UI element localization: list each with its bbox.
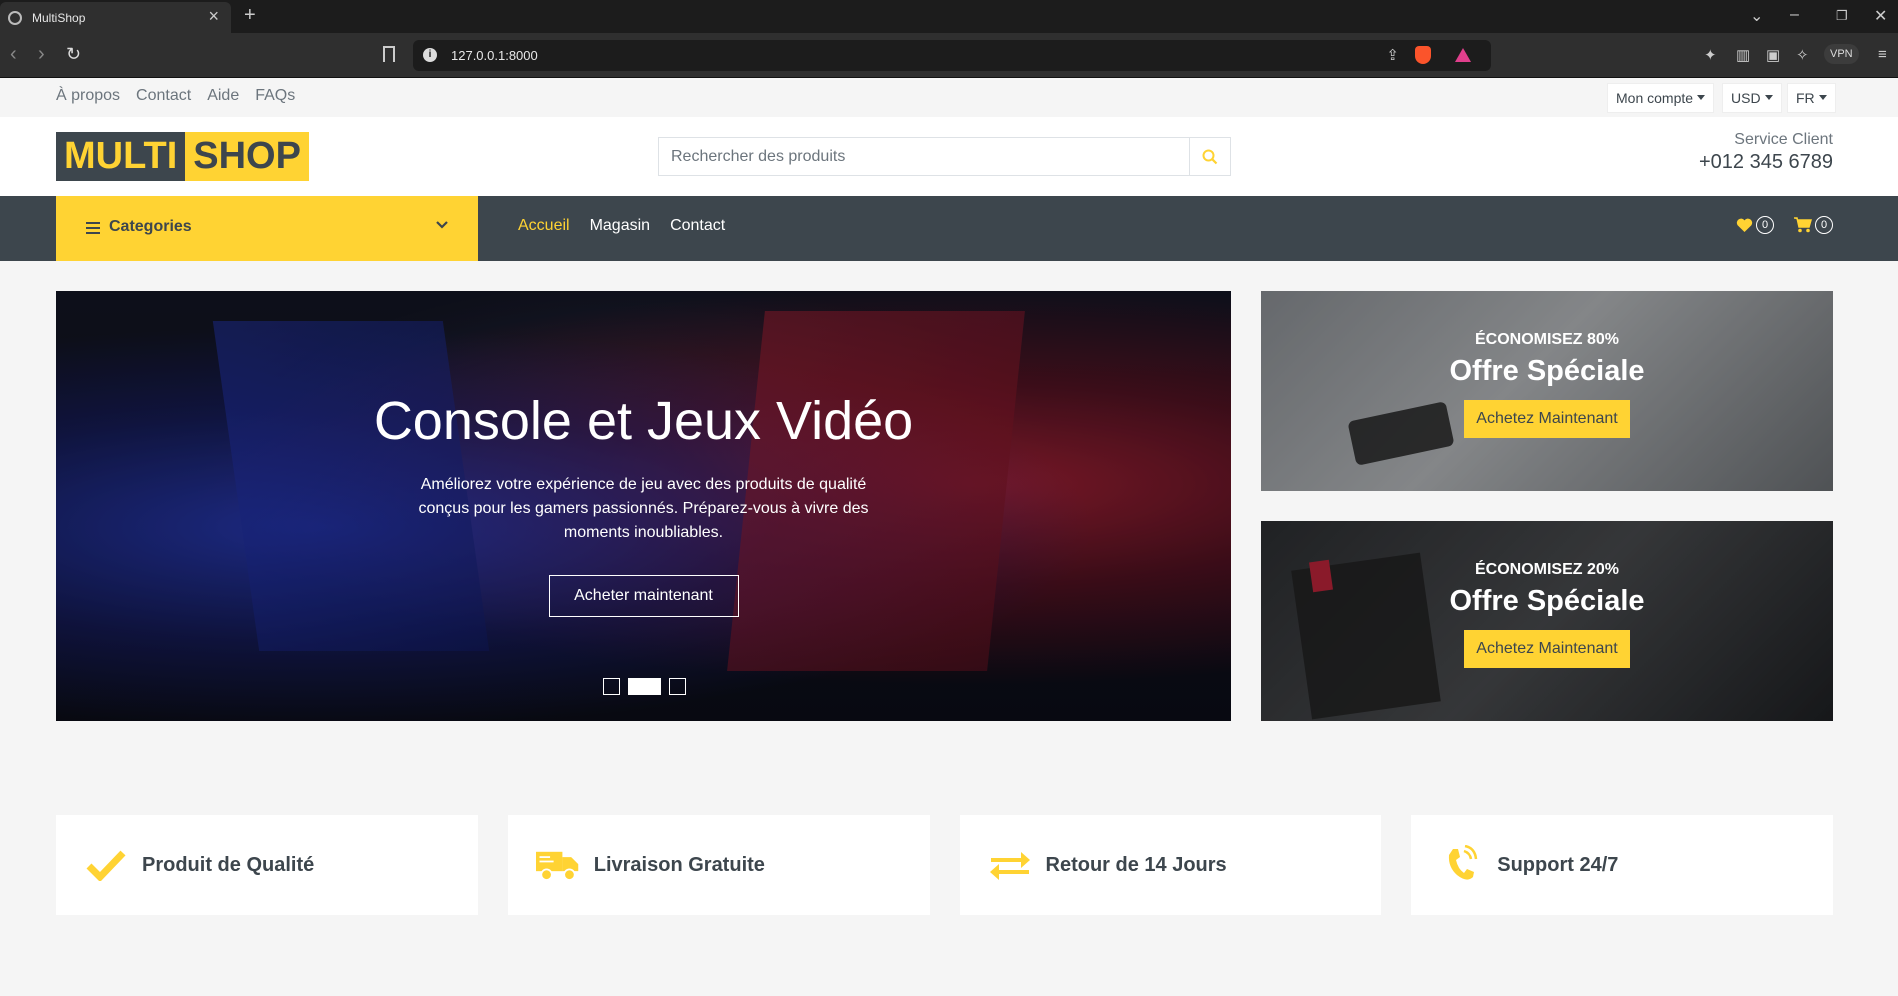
feature-label: Livraison Gratuite [593, 853, 765, 876]
hero-carousel: Console et Jeux Vidéo Améliorez votre ex… [56, 291, 1231, 721]
browser-tab[interactable]: MultiShop × [0, 2, 231, 33]
categories-label: Categories [109, 218, 192, 235]
close-tab-icon[interactable]: × [208, 7, 219, 25]
carousel-indicator[interactable] [603, 678, 620, 695]
minimize-icon[interactable]: – [1790, 6, 1799, 24]
nav-icons: 0 0 [1736, 216, 1833, 234]
carousel-indicator-active[interactable] [628, 678, 661, 695]
offer-discount: ÉCONOMISEZ 80% [1474, 331, 1620, 348]
faqs-link[interactable]: FAQs [255, 87, 295, 105]
url-text[interactable]: 127.0.0.1:8000 [451, 48, 538, 63]
customer-service: Service Client +012 345 6789 [1699, 131, 1833, 174]
offer-discount: ÉCONOMISEZ 20% [1474, 561, 1620, 578]
restore-icon[interactable]: ❐ [1836, 8, 1848, 24]
reload-icon[interactable]: ↻ [66, 44, 81, 65]
offer-card: ÉCONOMISEZ 20% Offre Spéciale Achetez Ma… [1261, 521, 1833, 721]
leo-ai-icon[interactable]: ✧ [1796, 46, 1809, 64]
feature-label: Support 24/7 [1497, 853, 1619, 876]
carousel-indicator[interactable] [669, 678, 686, 695]
bookmark-icon[interactable] [383, 46, 395, 62]
extensions-icon[interactable]: ✦ [1704, 46, 1717, 64]
wallet-icon[interactable]: ▣ [1766, 46, 1780, 64]
nav-contact[interactable]: Contact [670, 217, 725, 235]
browser-toolbar: ‹ › ↻ i 127.0.0.1:8000 ⇪ ✦ ▥ ▣ ✧ VPN ≡ [0, 33, 1898, 78]
feature-card: Produit de Qualité [56, 815, 478, 915]
browser-tab-bar: MultiShop × + ⌄ – ❐ ✕ [0, 0, 1898, 33]
feature-card: Support 24/7 [1411, 815, 1833, 915]
globe-icon [8, 11, 22, 25]
feature-label: Retour de 14 Jours [1045, 853, 1227, 876]
offer-title: Offre Spéciale [1449, 585, 1645, 617]
service-label: Service Client [1734, 131, 1833, 148]
vpn-button[interactable]: VPN [1824, 44, 1859, 64]
search-form [658, 137, 1231, 176]
hero-title: Console et Jeux Vidéo [373, 391, 914, 451]
wishlist-button[interactable]: 0 [1736, 216, 1774, 234]
offer-shop-button[interactable]: Achetez Maintenant [1464, 400, 1630, 438]
hero-caption: Console et Jeux Vidéo Améliorez votre ex… [56, 391, 1231, 617]
address-bar[interactable]: i 127.0.0.1:8000 ⇪ [413, 40, 1491, 71]
top-bar: À propos Contact Aide FAQs Mon compte US… [0, 78, 1898, 117]
logo-multi: MULTI [56, 132, 186, 181]
window-close-icon[interactable]: ✕ [1874, 6, 1887, 26]
chevron-down-icon [436, 221, 448, 229]
offer-text: ÉCONOMISEZ 80% Offre Spéciale Achetez Ma… [1261, 331, 1833, 438]
menu-icon[interactable]: ≡ [1878, 46, 1887, 63]
categories-toggle[interactable]: Categories [56, 196, 478, 261]
search-icon [1202, 149, 1218, 164]
new-tab-button[interactable]: + [244, 4, 256, 27]
share-icon[interactable]: ⇪ [1386, 46, 1399, 64]
language-dropdown[interactable]: FR [1787, 83, 1836, 113]
brand-bar: MULTI SHOP Service Client +012 345 6789 [0, 117, 1898, 196]
forward-icon[interactable]: › [38, 43, 45, 66]
about-link[interactable]: À propos [56, 87, 120, 105]
nav-home[interactable]: Accueil [518, 217, 570, 235]
offer-title: Offre Spéciale [1449, 355, 1645, 387]
offer-text: ÉCONOMISEZ 20% Offre Spéciale Achetez Ma… [1261, 561, 1833, 668]
brave-shields-icon[interactable] [1415, 46, 1431, 64]
check-icon [84, 849, 128, 881]
heart-icon [1736, 218, 1753, 232]
tab-list-icon[interactable]: ⌄ [1750, 6, 1763, 26]
currency-dropdown[interactable]: USD [1722, 83, 1782, 113]
main-menu: Accueil Magasin Contact [518, 217, 725, 235]
tab-title: MultiShop [32, 11, 86, 25]
brave-rewards-icon[interactable] [1455, 48, 1471, 62]
features-row: Produit de Qualité Livraison Gratuite Re… [56, 815, 1833, 915]
feature-card: Livraison Gratuite [507, 815, 930, 915]
site-info-icon[interactable]: i [423, 48, 437, 62]
hero-description: Améliorez votre expérience de jeu avec d… [418, 476, 869, 541]
bars-icon [86, 222, 100, 234]
back-icon[interactable]: ‹ [10, 43, 17, 66]
phone-volume-icon [1439, 845, 1483, 885]
search-button[interactable] [1189, 138, 1230, 175]
site-logo[interactable]: MULTI SHOP [56, 132, 309, 181]
shipping-truck-icon [535, 846, 580, 884]
logo-shop: SHOP [185, 132, 309, 181]
feature-card: Retour de 14 Jours [959, 815, 1382, 915]
top-links: À propos Contact Aide FAQs [56, 87, 295, 105]
offer-card: ÉCONOMISEZ 80% Offre Spéciale Achetez Ma… [1261, 291, 1833, 491]
feature-label: Produit de Qualité [142, 853, 315, 876]
shopping-cart-icon [1794, 217, 1812, 233]
wishlist-count: 0 [1756, 216, 1774, 234]
service-phone: +012 345 6789 [1698, 151, 1833, 173]
main-navbar: Categories Accueil Magasin Contact 0 0 [0, 196, 1898, 261]
sidebar-icon[interactable]: ▥ [1736, 46, 1750, 64]
cart-button[interactable]: 0 [1794, 216, 1833, 234]
carousel-indicators [603, 678, 686, 695]
website: À propos Contact Aide FAQs Mon compte US… [0, 78, 1898, 996]
cart-count: 0 [1815, 216, 1833, 234]
nav-shop[interactable]: Magasin [590, 217, 650, 235]
search-input[interactable] [659, 138, 1190, 175]
help-link[interactable]: Aide [207, 87, 239, 105]
account-dropdown[interactable]: Mon compte [1607, 83, 1715, 113]
offer-shop-button[interactable]: Achetez Maintenant [1464, 630, 1630, 668]
contact-link[interactable]: Contact [136, 87, 191, 105]
exchange-arrows-icon [988, 849, 1032, 881]
hero-shop-now-button[interactable]: Acheter maintenant [548, 575, 739, 617]
